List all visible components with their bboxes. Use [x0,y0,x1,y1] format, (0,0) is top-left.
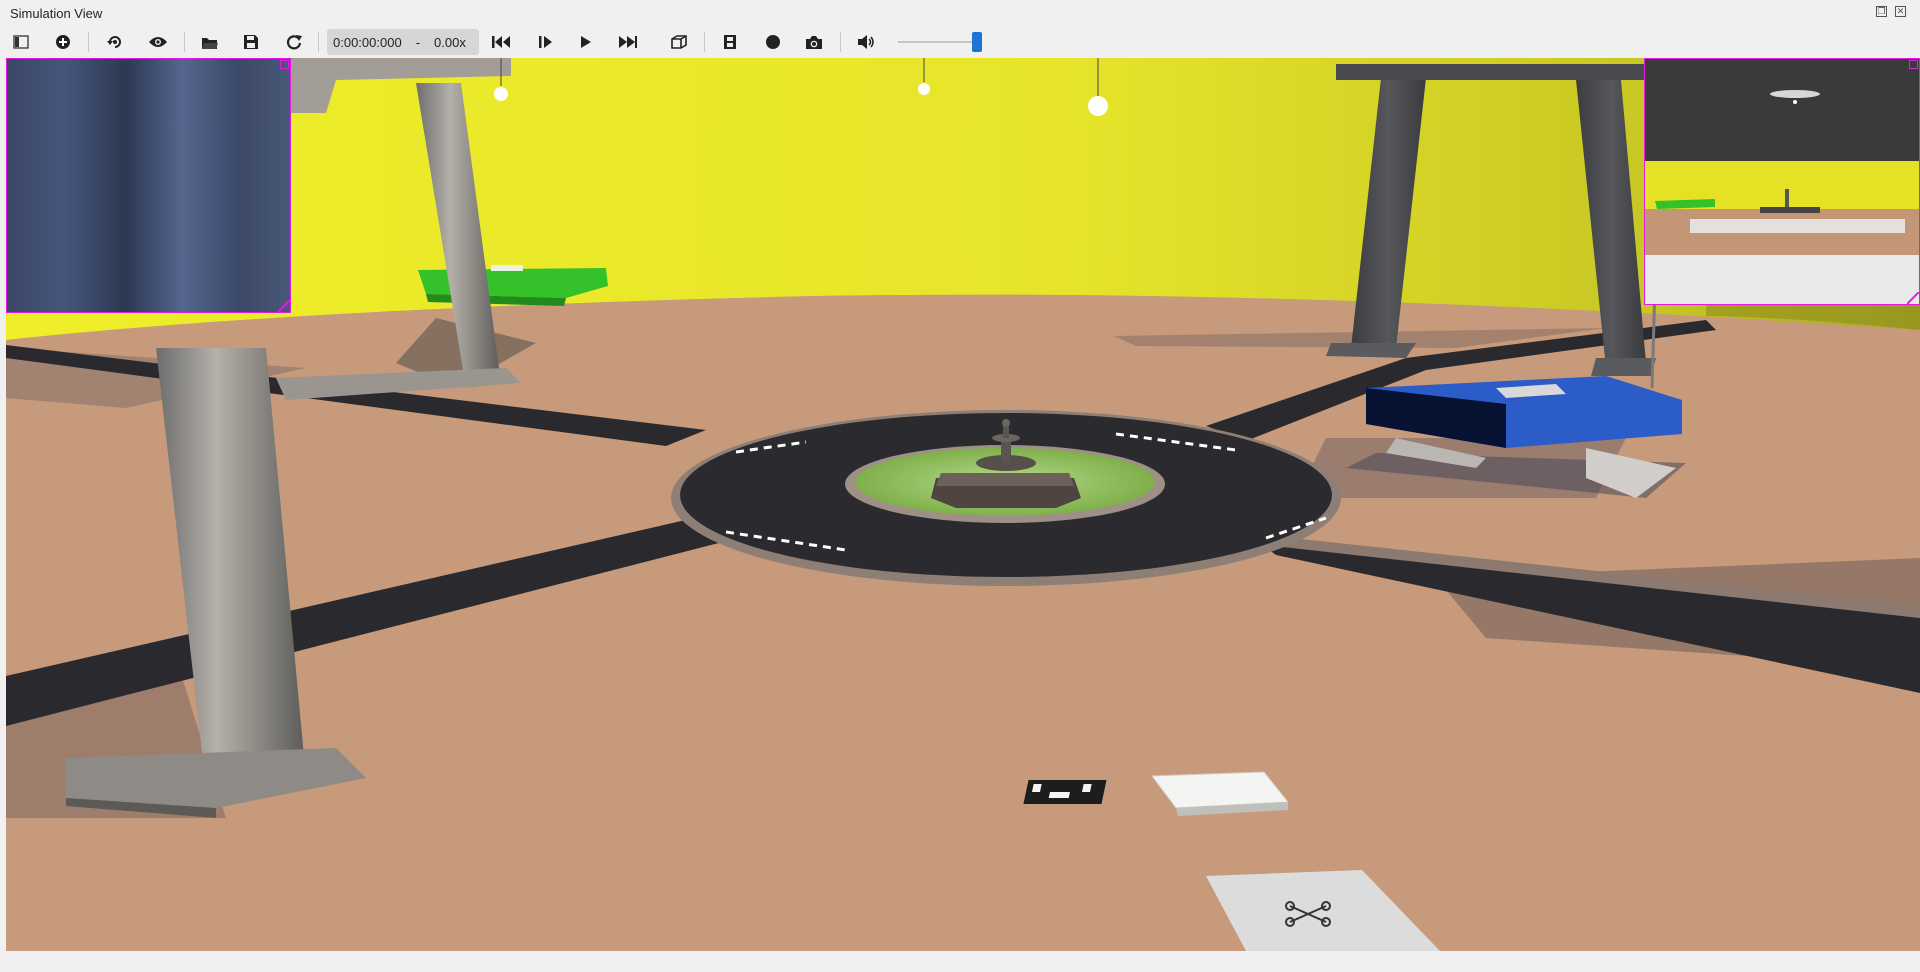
record-icon [766,35,780,49]
mute-button[interactable] [853,30,879,54]
add-object-button[interactable] [50,30,76,54]
play-icon [581,36,591,48]
speaker-icon [858,35,874,49]
status-bar [0,951,1920,972]
window-title: Simulation View [10,6,103,21]
reload-icon [286,35,302,50]
volume-slider-track[interactable] [898,41,978,43]
eye-icon [149,37,167,47]
fast-forward-icon [619,36,637,48]
title-bar: Simulation View ❐ ✕ [0,0,1920,26]
show-hide-button[interactable] [145,30,171,54]
sidebar-icon [13,35,29,49]
play-button[interactable] [573,30,599,54]
toolbar-separator [840,32,841,52]
camera-feed [1645,59,1919,304]
overlay-close-icon[interactable] [1909,60,1918,69]
camera-overlay-right[interactable] [1644,58,1920,305]
simulation-speed: 0.00x [434,34,466,50]
record-button[interactable] [760,30,786,54]
screenshot-button[interactable] [801,30,827,54]
camera-overlay-left[interactable] [6,58,291,313]
camera-icon [806,35,822,49]
cube-icon [671,35,687,49]
plus-circle-icon [56,35,70,49]
film-icon [724,35,736,49]
skip-back-icon [492,36,510,48]
record-movie-button[interactable] [717,30,743,54]
fast-forward-button[interactable] [615,30,641,54]
reset-view-button[interactable] [102,30,128,54]
rotate-view-icon [107,36,121,48]
toolbar-separator [184,32,185,52]
reload-world-button[interactable] [281,30,307,54]
simulation-time-display: 0:00:00:000 - 0.00x [327,29,479,55]
toolbar-separator [88,32,89,52]
time-separator: - [415,34,421,50]
toolbar-separator [318,32,319,52]
save-icon [244,35,258,49]
toolbar: 0:00:00:000 - 0.00x [0,26,1920,58]
step-button[interactable] [532,30,558,54]
volume-slider-handle[interactable] [972,32,982,52]
close-icon[interactable]: ✕ [1895,6,1906,17]
scene-render [6,58,1920,951]
resize-handle-icon[interactable] [278,300,290,312]
reset-simulation-button[interactable] [488,30,514,54]
undock-icon[interactable]: ❐ [1876,6,1887,17]
step-icon [539,36,552,48]
folder-icon [202,37,218,49]
toggle-scene-tree-button[interactable] [8,30,34,54]
view-3d-button[interactable] [666,30,692,54]
overlay-close-icon[interactable] [280,60,289,69]
save-world-button[interactable] [238,30,264,54]
resize-handle-icon[interactable] [1907,292,1919,304]
simulation-3d-viewport[interactable] [6,58,1920,951]
simulation-time: 0:00:00:000 [333,34,402,50]
toolbar-separator [704,32,705,52]
open-world-button[interactable] [197,30,223,54]
